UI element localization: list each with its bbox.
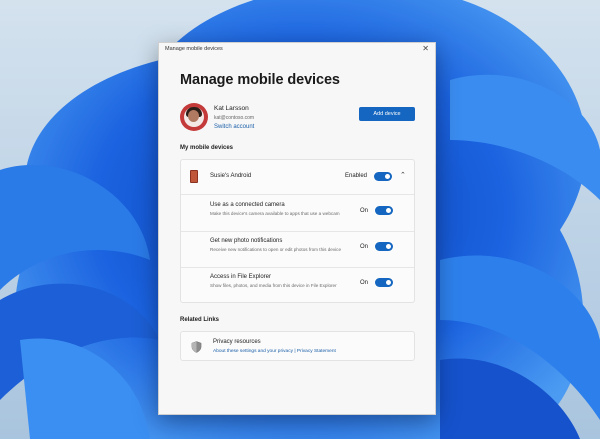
- my-devices-label: My mobile devices: [180, 145, 234, 151]
- setting-state-label: On: [360, 208, 369, 214]
- device-name: Susie's Android: [210, 173, 252, 179]
- setting-row-camera: Use as a connected camera Make this devi…: [181, 195, 414, 232]
- camera-toggle[interactable]: [375, 206, 393, 215]
- related-links-label: Related Links: [180, 317, 220, 323]
- add-device-button[interactable]: Add device: [359, 107, 415, 121]
- setting-row-photo-notifications: Get new photo notifications Receive new …: [181, 231, 414, 268]
- setting-title: Use as a connected camera: [210, 202, 285, 208]
- setting-description: Receive new notifications to open or edi…: [210, 247, 341, 252]
- shield-icon: [191, 341, 202, 353]
- setting-state-label: On: [360, 280, 369, 286]
- account-email: kat@contoso.com: [214, 115, 255, 121]
- switch-account-link[interactable]: Switch account: [214, 124, 254, 130]
- device-card: Susie's Android Enabled ⌃ Use as a conne…: [180, 159, 415, 303]
- page-title: Manage mobile devices: [180, 72, 340, 88]
- window-title: Manage mobile devices: [165, 46, 223, 52]
- phone-icon: [190, 170, 198, 183]
- manage-devices-dialog: Manage mobile devices ✕ Manage mobile de…: [158, 42, 436, 415]
- setting-row-file-explorer: Access in File Explorer Show files, phot…: [181, 267, 414, 303]
- chevron-up-icon[interactable]: ⌃: [400, 171, 406, 179]
- setting-title: Get new photo notifications: [210, 238, 283, 244]
- setting-description: Make this device's camera available to a…: [210, 211, 340, 216]
- avatar: [180, 103, 208, 131]
- device-enabled-toggle[interactable]: [374, 172, 392, 181]
- device-row[interactable]: Susie's Android Enabled ⌃: [181, 160, 414, 195]
- privacy-card: Privacy resources About these settings a…: [180, 331, 415, 361]
- device-status-label: Enabled: [345, 173, 368, 179]
- setting-title: Access in File Explorer: [210, 274, 272, 280]
- setting-description: Show files, photos, and media from this …: [210, 283, 337, 288]
- setting-state-label: On: [360, 244, 369, 250]
- photo-notifications-toggle[interactable]: [375, 242, 393, 251]
- file-explorer-toggle[interactable]: [375, 278, 393, 287]
- title-bar: Manage mobile devices ✕: [159, 43, 435, 57]
- close-icon[interactable]: ✕: [422, 44, 429, 53]
- privacy-resources-title: Privacy resources: [213, 339, 261, 345]
- privacy-links[interactable]: About these settings and your privacy | …: [213, 349, 336, 354]
- account-name: Kat Larsson: [214, 105, 249, 112]
